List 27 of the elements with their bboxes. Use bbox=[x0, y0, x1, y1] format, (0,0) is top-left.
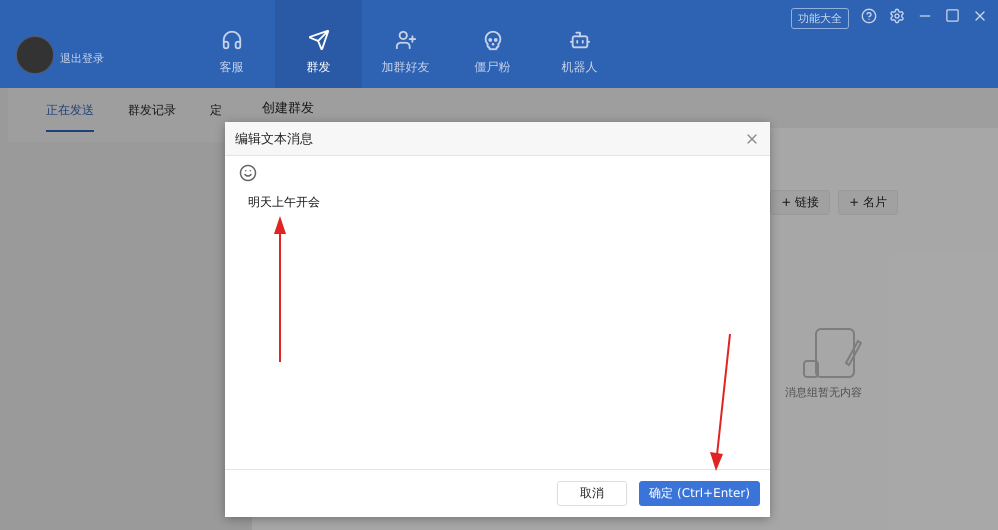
tab[interactable]: 定 bbox=[210, 102, 222, 132]
nav-tab[interactable]: 群发 bbox=[275, 0, 362, 88]
confirm-button[interactable]: 确定 (Ctrl+Enter) bbox=[639, 481, 760, 506]
avatar bbox=[16, 36, 54, 74]
logout-link[interactable]: 退出登录 bbox=[60, 51, 104, 66]
headset-icon bbox=[220, 29, 242, 51]
features-button[interactable]: 功能大全 bbox=[791, 8, 849, 29]
nav-tab[interactable]: 机器人 bbox=[536, 0, 623, 88]
nav-tab[interactable]: 客服 bbox=[188, 0, 275, 88]
help-icon[interactable] bbox=[861, 8, 877, 24]
empty-note-icon bbox=[802, 327, 862, 379]
settings-icon[interactable] bbox=[889, 8, 905, 24]
nav-tab[interactable]: 加群好友 bbox=[362, 0, 449, 88]
robot-icon bbox=[568, 29, 590, 51]
empty-state-text: 消息组暂无内容 bbox=[785, 385, 862, 400]
add-button[interactable]: + 名片 bbox=[838, 190, 898, 215]
dialog-title: 编辑文本消息 bbox=[235, 130, 313, 148]
add-button[interactable]: + 链接 bbox=[770, 190, 830, 215]
emoji-icon[interactable] bbox=[239, 164, 257, 182]
maximize-icon[interactable] bbox=[945, 8, 960, 23]
tab[interactable]: 群发记录 bbox=[128, 102, 176, 132]
tab[interactable]: 正在发送 bbox=[46, 102, 94, 132]
message-text[interactable]: 明天上午开会 bbox=[239, 194, 320, 211]
paper-plane-icon bbox=[308, 29, 330, 51]
add-user-icon bbox=[394, 29, 416, 51]
cancel-button[interactable]: 取消 bbox=[557, 481, 628, 506]
nav-tab[interactable]: 僵尸粉 bbox=[449, 0, 536, 88]
